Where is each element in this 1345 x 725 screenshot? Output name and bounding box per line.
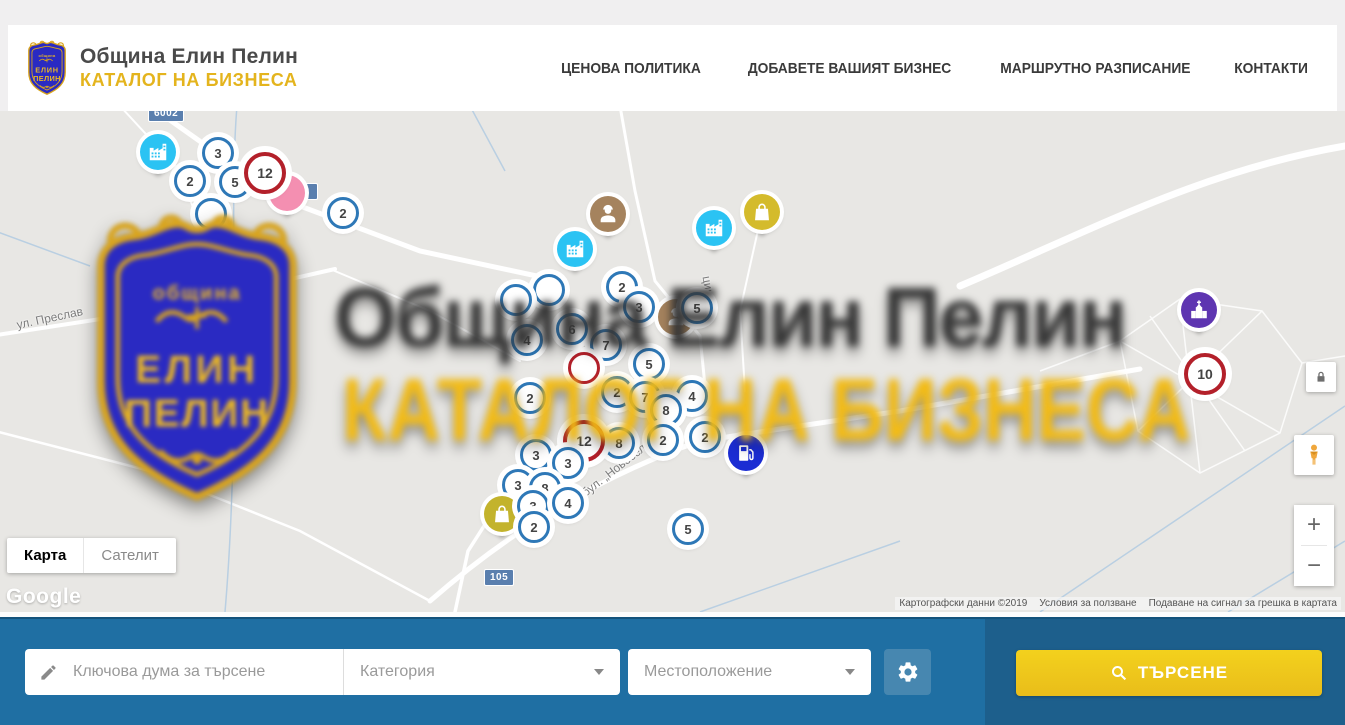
logo-text: Община Елин Пелин КАТАЛОГ НА БИЗНЕСА — [80, 45, 298, 91]
location-select[interactable]: Местоположение — [628, 649, 871, 695]
cluster-marker[interactable]: 10 — [1184, 353, 1226, 395]
nav-pricing-policy[interactable]: ЦЕНОВА ПОЛИТИКА — [561, 60, 701, 77]
attribution-copyright: Картографски данни ©2019 — [899, 598, 1027, 609]
cluster-marker[interactable]: 6 — [556, 313, 588, 345]
header: Община Елин Пелин КАТАЛОГ НА БИЗНЕСА ЦЕН… — [0, 0, 1345, 111]
google-map[interactable]: 6002105ул. Преславциибул. „Новосел325122… — [0, 111, 1345, 612]
road-badge-6002: 6002 — [148, 111, 184, 122]
logo-subtitle: КАТАЛОГ НА БИЗНЕСА — [80, 70, 298, 91]
keyword-search-input[interactable] — [71, 662, 343, 682]
magnifier-icon — [1110, 664, 1128, 682]
nav-route-schedule[interactable]: МАРШРУТНО РАЗПИСАНИЕ — [1000, 60, 1190, 77]
cluster-marker[interactable]: 2 — [327, 197, 359, 229]
category-select[interactable]: Категория — [344, 649, 620, 695]
pencil-icon — [25, 663, 71, 682]
factory-icon — [696, 210, 732, 246]
factory-pin[interactable] — [557, 231, 593, 267]
worker-pin[interactable] — [590, 196, 626, 232]
cluster-marker[interactable] — [568, 352, 600, 384]
cluster-marker[interactable]: 5 — [633, 348, 665, 380]
cluster-marker[interactable] — [500, 284, 532, 316]
cluster-marker[interactable]: 5 — [672, 513, 704, 545]
zoom-out-button[interactable]: − — [1294, 546, 1334, 586]
cluster-marker[interactable]: 3 — [623, 291, 655, 323]
cluster-marker[interactable] — [533, 274, 565, 306]
cluster-marker[interactable]: 2 — [601, 376, 633, 408]
satellite-view-button[interactable]: Сателит — [83, 538, 176, 573]
municipality-crest-icon — [26, 39, 68, 97]
nav-contacts[interactable]: КОНТАКТИ — [1234, 60, 1308, 77]
cluster-marker[interactable]: 3 — [202, 137, 234, 169]
terms-of-use-link[interactable]: Условия за ползване — [1039, 598, 1136, 609]
factory-icon — [140, 134, 176, 170]
lock-button[interactable] — [1306, 362, 1336, 392]
site-logo[interactable]: Община Елин Пелин КАТАЛОГ НА БИЗНЕСА — [26, 39, 298, 97]
zoom-in-button[interactable]: + — [1294, 505, 1334, 545]
cluster-marker[interactable] — [195, 198, 227, 230]
map-type-control: Карта Сателит — [7, 538, 176, 573]
google-logo[interactable]: Google — [6, 585, 81, 609]
cluster-marker[interactable]: 2 — [174, 165, 206, 197]
cluster-marker[interactable]: 2 — [518, 511, 550, 543]
cluster-marker[interactable]: 2 — [514, 382, 546, 414]
road-badge-105: 105 — [484, 569, 514, 586]
cluster-marker[interactable]: 4 — [511, 324, 543, 356]
nav-add-your-business[interactable]: ДОБАВЕТЕ ВАШИЯТ БИЗНЕС — [748, 60, 951, 77]
factory-icon — [557, 231, 593, 267]
search-action-panel: ТЪРСЕНЕ — [985, 619, 1345, 725]
cluster-marker[interactable]: 4 — [552, 487, 584, 519]
bag-pin[interactable] — [484, 496, 520, 532]
header-inner: Община Елин Пелин КАТАЛОГ НА БИЗНЕСА ЦЕН… — [8, 25, 1337, 111]
search-bar: Категория Местоположение ТЪРСЕНЕ — [0, 617, 1345, 725]
fuel-pin[interactable] — [728, 435, 764, 471]
chevron-down-icon — [845, 669, 855, 675]
cluster-marker[interactable]: 3 — [520, 439, 552, 471]
street-view-pegman-button[interactable] — [1294, 435, 1334, 475]
worker-icon — [590, 196, 626, 232]
cluster-marker[interactable]: 12 — [244, 152, 286, 194]
church-icon — [1181, 292, 1217, 328]
bag-icon — [484, 496, 520, 532]
padlock-icon — [1314, 370, 1328, 384]
street-label: ул. Преслав — [15, 304, 84, 332]
chevron-down-icon — [594, 669, 604, 675]
fuel-icon — [728, 435, 764, 471]
main-nav: ЦЕНОВА ПОЛИТИКА ДОБАВЕТЕ ВАШИЯТ БИЗНЕС МАР… — [555, 60, 1319, 77]
report-map-error-link[interactable]: Подаване на сигнал за грешка в картата — [1149, 598, 1337, 609]
gear-icon — [896, 660, 920, 684]
factory-pin[interactable] — [696, 210, 732, 246]
pegman-icon — [1302, 443, 1326, 467]
cluster-marker[interactable]: 3 — [552, 447, 584, 479]
zoom-control: + − — [1294, 505, 1334, 586]
category-select-value: Категория — [360, 663, 435, 681]
search-button-label: ТЪРСЕНЕ — [1138, 663, 1228, 683]
church-pin[interactable] — [1181, 292, 1217, 328]
logo-title: Община Елин Пелин — [80, 45, 298, 69]
keyword-category-group: Категория — [25, 649, 620, 695]
map-view-button[interactable]: Карта — [7, 538, 83, 573]
map-attribution: Картографски данни ©2019 Условия за полз… — [895, 597, 1341, 610]
cluster-marker[interactable]: 5 — [681, 292, 713, 324]
cluster-marker[interactable]: 8 — [650, 394, 682, 426]
search-button[interactable]: ТЪРСЕНЕ — [1016, 650, 1322, 696]
location-select-value: Местоположение — [644, 663, 772, 681]
bag-pin[interactable] — [744, 194, 780, 230]
cluster-marker[interactable]: 2 — [647, 424, 679, 456]
factory-pin[interactable] — [140, 134, 176, 170]
cluster-marker[interactable]: 8 — [603, 427, 635, 459]
bag-icon — [744, 194, 780, 230]
advanced-settings-button[interactable] — [884, 649, 931, 695]
cluster-marker[interactable]: 2 — [689, 421, 721, 453]
